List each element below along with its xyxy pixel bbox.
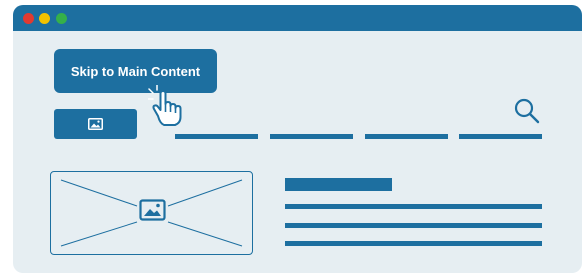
nav-item-3[interactable] xyxy=(365,134,448,139)
hero-image-placeholder xyxy=(50,171,253,255)
content-text-line-2 xyxy=(285,223,542,228)
title-bar xyxy=(13,5,582,31)
skip-to-main-content-link[interactable]: Skip to Main Content xyxy=(54,49,217,93)
minimize-window-button[interactable] xyxy=(39,13,50,24)
nav-item-2[interactable] xyxy=(270,134,353,139)
image-icon xyxy=(88,118,103,130)
close-window-button[interactable] xyxy=(23,13,34,24)
content-text-line-1 xyxy=(285,204,542,209)
content-text-line-3 xyxy=(285,241,542,246)
pointer-hand-icon xyxy=(148,85,182,126)
image-icon xyxy=(139,199,166,221)
site-logo[interactable] xyxy=(54,109,137,139)
search-icon[interactable] xyxy=(513,97,541,125)
browser-window: Skip to Main Content xyxy=(13,5,582,273)
maximize-window-button[interactable] xyxy=(56,13,67,24)
content-heading-placeholder xyxy=(285,178,392,191)
nav-item-1[interactable] xyxy=(175,134,258,139)
nav-item-4[interactable] xyxy=(459,134,542,139)
